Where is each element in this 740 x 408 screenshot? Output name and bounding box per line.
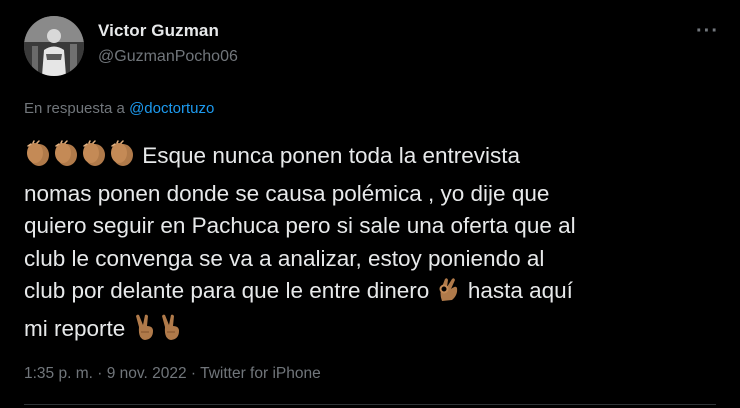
reply-mention-link[interactable]: @doctortuzo	[129, 100, 214, 117]
reply-prefix: En respuesta a	[24, 100, 130, 117]
avatar-photo	[24, 16, 84, 76]
tweet-text-line: club le convenga se va a analizar, estoy…	[24, 245, 545, 271]
avatar[interactable]	[24, 16, 84, 76]
tweet-line: club por delante para que le entre diner…	[24, 275, 724, 313]
tweet-text-line: nomas ponen donde se causa polémica , yo…	[24, 180, 550, 206]
tweet-meta: 1:35 p. m. · 9 nov. 2022 · Twitter for i…	[24, 365, 321, 383]
more-horizontal-icon[interactable]: ···	[696, 21, 719, 41]
user-handle[interactable]: @GuzmanPocho06	[98, 48, 238, 66]
divider	[24, 404, 716, 405]
tweet-text-line: quiero seguir en Pachuca pero si sale un…	[24, 213, 576, 238]
clapping-hands-icon	[52, 140, 80, 178]
victory-hand-icon	[132, 313, 158, 351]
clapping-hands-icon	[80, 140, 108, 178]
tweet-text-line: hasta aquí	[467, 278, 573, 303]
tweet-line: Esque nunca ponen toda la entrevista	[24, 140, 724, 178]
reply-context: En respuesta a @doctortuzo	[24, 100, 214, 117]
tweet: Victor Guzman @GuzmanPocho06 ··· En resp…	[0, 0, 740, 408]
meta-separator: ·	[186, 365, 201, 382]
victory-hand-icon	[158, 313, 184, 351]
meta-separator: ·	[92, 365, 107, 382]
clapping-hands-icon	[108, 140, 136, 178]
tweet-date-link[interactable]: 9 nov. 2022	[107, 365, 187, 382]
tweet-line: mi reporte	[24, 313, 724, 351]
ok-hand-icon	[436, 275, 462, 313]
tweet-source-link[interactable]: Twitter for iPhone	[200, 365, 321, 382]
tweet-text-line: mi reporte	[24, 315, 126, 341]
tweet-text: Esque nunca ponen toda la entrevista nom…	[24, 140, 724, 350]
clapping-hands-icon	[24, 140, 52, 178]
tweet-text-line: club por delante para que le entre diner…	[24, 278, 430, 303]
tweet-text-line: Esque nunca ponen toda la entrevista	[142, 143, 521, 168]
display-name[interactable]: Victor Guzman	[98, 21, 219, 41]
tweet-time-link[interactable]: 1:35 p. m.	[24, 365, 93, 382]
